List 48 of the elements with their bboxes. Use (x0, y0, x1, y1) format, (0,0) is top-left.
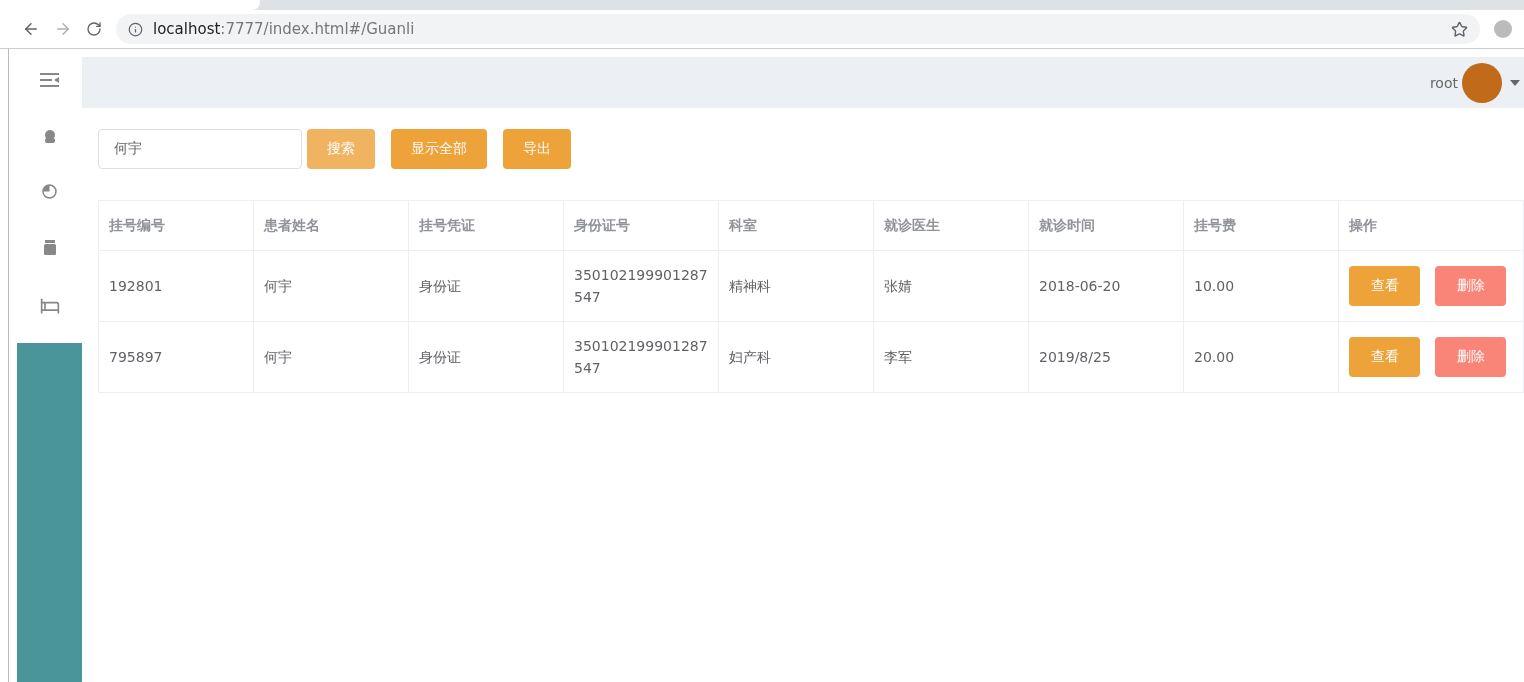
export-button[interactable]: 导出 (503, 129, 571, 169)
column-header: 挂号编号 (98, 200, 254, 251)
menu-fold-icon[interactable] (39, 72, 60, 88)
column-header: 就诊医生 (873, 200, 1029, 251)
delete-button[interactable]: 删除 (1435, 266, 1506, 306)
pie-chart-icon[interactable] (42, 184, 57, 199)
bed-icon[interactable] (39, 296, 60, 316)
table-cell: 张婧 (873, 250, 1029, 322)
column-header: 就诊时间 (1028, 200, 1184, 251)
url-text: localhost:7777/index.html#/Guanli (153, 20, 415, 38)
nurse-icon[interactable] (42, 129, 57, 143)
profile-icon[interactable] (1494, 20, 1512, 38)
table-cell: 妇产科 (718, 321, 874, 393)
table-cell: 2019/8/25 (1028, 321, 1184, 393)
table-cell: 身份证 (408, 321, 564, 393)
user-name[interactable]: root (1429, 74, 1458, 91)
delete-button[interactable]: 删除 (1435, 337, 1506, 377)
table-cell: 20.00 (1183, 321, 1339, 393)
info-icon (128, 21, 143, 37)
table-cell: 精神科 (718, 250, 874, 322)
forward-icon[interactable] (54, 20, 72, 38)
column-header: 挂号费 (1183, 200, 1339, 251)
medicine-bottle-icon[interactable] (43, 240, 56, 255)
table-cell: 350102199901287547 (563, 321, 719, 393)
table-cell: 350102199901287547 (563, 250, 719, 322)
caret-icon[interactable] (1510, 79, 1520, 86)
view-button[interactable]: 查看 (1349, 266, 1420, 306)
show-all-button[interactable]: 显示全部 (391, 129, 487, 169)
star-icon[interactable] (1451, 20, 1468, 38)
table-cell: 795897 (98, 321, 254, 393)
avatar[interactable] (1462, 62, 1502, 103)
column-header: 患者姓名 (253, 200, 409, 251)
table-cell: 何宇 (253, 250, 409, 322)
table-cell: 10.00 (1183, 250, 1339, 322)
column-header: 挂号凭证 (408, 200, 564, 251)
column-header: 身份证号 (563, 200, 719, 251)
address-bar[interactable]: localhost:7777/index.html#/Guanli (116, 14, 1480, 44)
column-header: 科室 (718, 200, 874, 251)
column-header: 操作 (1338, 200, 1524, 251)
reload-icon[interactable] (86, 21, 102, 37)
table-cell: 李军 (873, 321, 1029, 393)
view-button[interactable]: 查看 (1349, 337, 1420, 377)
table-cell: 2018-06-20 (1028, 250, 1184, 322)
table-cell: 何宇 (253, 321, 409, 393)
back-icon[interactable] (22, 20, 40, 38)
table-cell: 192801 (98, 250, 254, 322)
table-cell: 身份证 (408, 250, 564, 322)
search-field[interactable]: 何宇 (98, 129, 302, 169)
